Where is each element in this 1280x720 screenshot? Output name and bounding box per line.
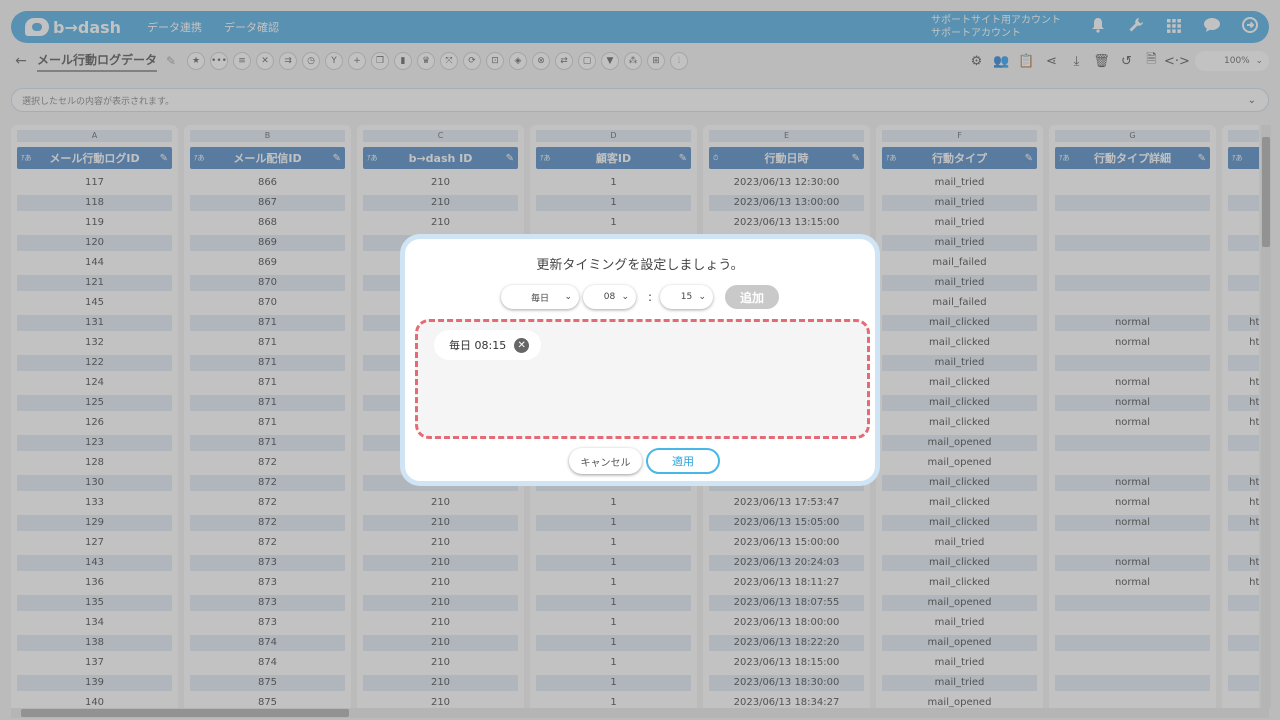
chevron-down-icon: ⌄ xyxy=(621,292,629,302)
apply-button[interactable]: 適用 xyxy=(646,448,720,474)
cancel-button[interactable]: キャンセル xyxy=(569,448,642,474)
time-separator: : xyxy=(648,290,653,304)
hour-select[interactable]: 08 ⌄ xyxy=(583,285,636,309)
schedule-list: 毎日 08:15 ✕ xyxy=(415,319,870,439)
remove-icon[interactable]: ✕ xyxy=(514,337,530,353)
dialog-title: 更新タイミングを設定しましょう。 xyxy=(536,258,744,273)
schedule-chip-label: 毎日 08:15 xyxy=(449,339,507,352)
minute-value: 15 xyxy=(680,292,693,302)
schedule-chip: 毎日 08:15 ✕ xyxy=(434,330,542,360)
minute-select[interactable]: 15 ⌄ xyxy=(660,285,713,309)
add-button[interactable]: 追加 xyxy=(725,285,779,309)
chevron-down-icon: ⌄ xyxy=(564,292,572,302)
hour-value: 08 xyxy=(603,292,616,302)
update-timing-dialog: 更新タイミングを設定しましょう。 毎日 ⌄ 08 ⌄ : 15 ⌄ 追加 毎日 … xyxy=(400,234,880,486)
chevron-down-icon: ⌄ xyxy=(698,292,706,302)
frequency-select[interactable]: 毎日 ⌄ xyxy=(501,285,579,309)
frequency-value: 毎日 xyxy=(530,293,549,304)
